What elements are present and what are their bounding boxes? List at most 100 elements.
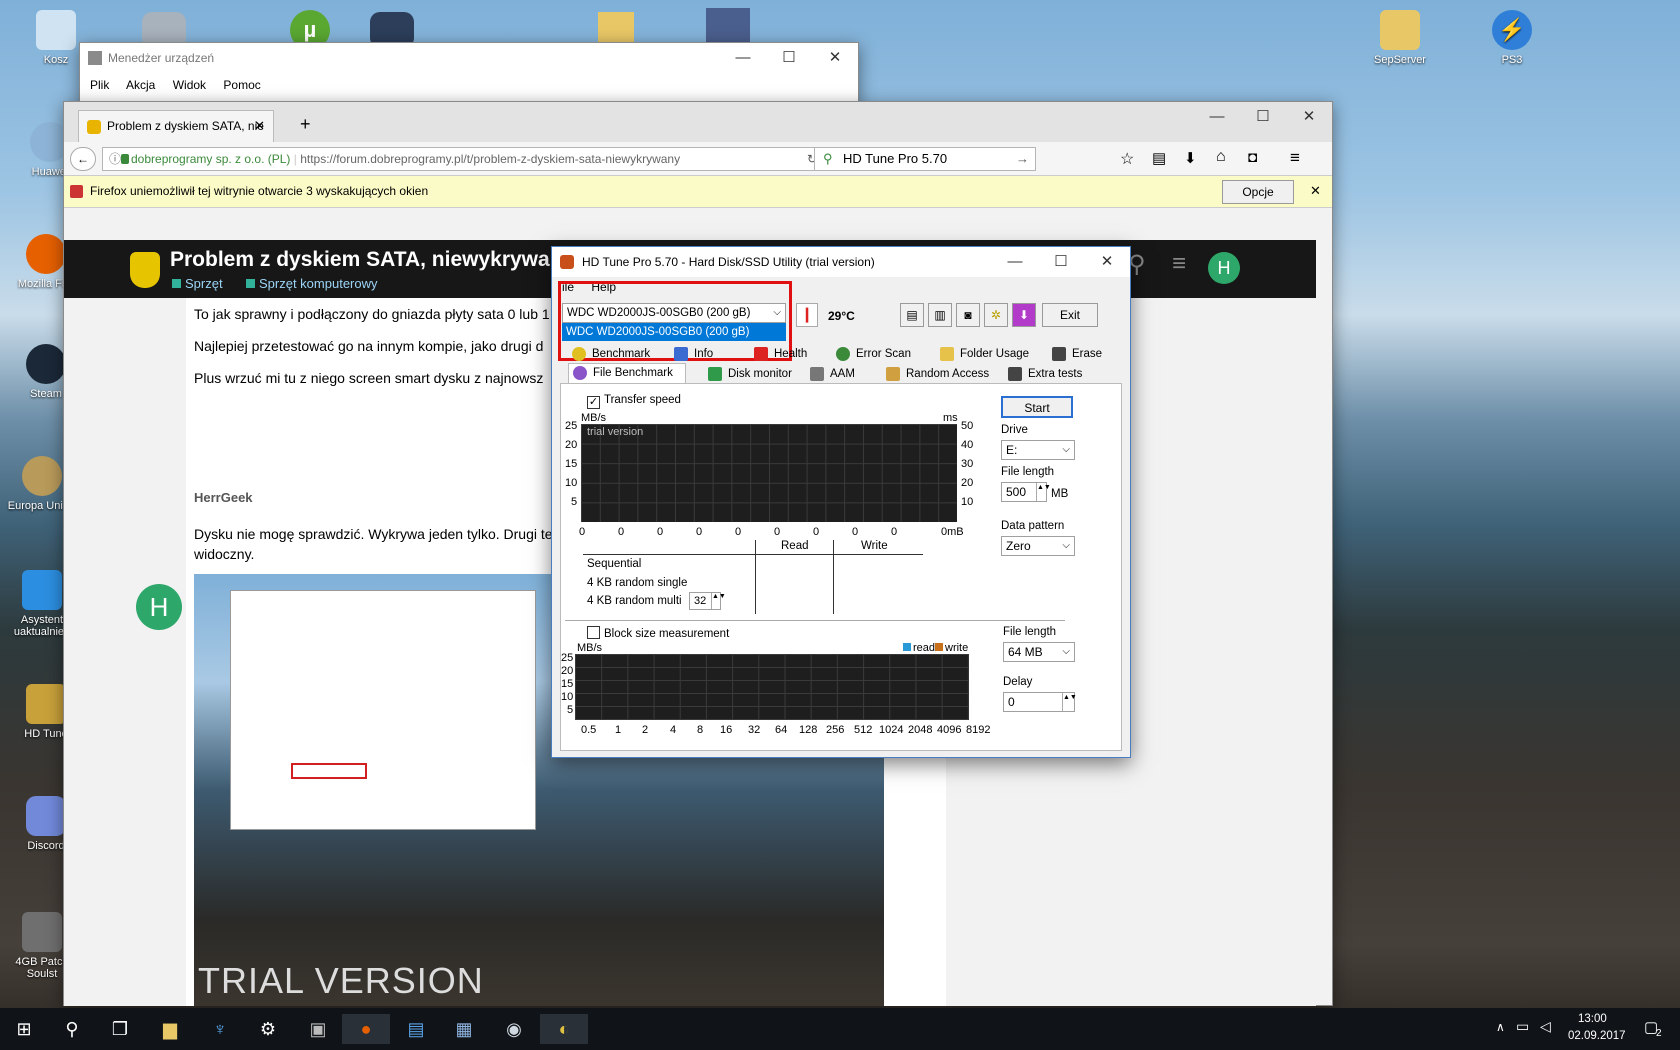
app-ps-icon[interactable]: ♆ [196, 1014, 244, 1044]
reading-list-icon[interactable]: ▤ [1152, 149, 1166, 167]
screenshot-button[interactable]: ◙ [956, 303, 980, 327]
desktop-icon-sepserver[interactable]: SepServer [1362, 10, 1438, 66]
volume-icon[interactable]: ◁ [1540, 1018, 1551, 1035]
info-icon: ⓘ [109, 152, 122, 166]
drive-combobox[interactable]: E: ⌵ [1001, 440, 1075, 460]
tab-disk-monitor[interactable]: Disk monitor [704, 365, 792, 383]
tab-benchmark[interactable]: Benchmark [568, 345, 650, 363]
notification-count: 2 [1656, 1028, 1662, 1039]
start-button[interactable]: ⊞ [0, 1014, 48, 1044]
checkbox-unchecked-icon [587, 626, 600, 639]
start-button[interactable]: Start [1001, 396, 1073, 418]
graph2-x-ticks: 0.5 1 2 4 8 16 32 64 128 256 512 1024 20… [581, 724, 991, 736]
minimize-button[interactable]: — [720, 43, 766, 73]
notification-close-icon[interactable]: ✕ [1310, 176, 1321, 206]
save-button[interactable]: ⬇ [1012, 303, 1036, 327]
category-badge-sprzet[interactable]: Sprzęt [172, 276, 223, 291]
browser-tab[interactable]: Problem z dyskiem SATA, nie ✕ [78, 110, 274, 142]
file-explorer-icon[interactable]: ▆ [146, 1014, 194, 1044]
app-window-icon[interactable]: ▤ [392, 1014, 440, 1044]
menu-widok[interactable]: Widok [173, 78, 206, 92]
tray-chevron-icon[interactable]: ∧ [1496, 1020, 1505, 1034]
delay-stepper[interactable]: 0 ▲▼ [1003, 692, 1077, 712]
hdtune-taskbar-icon[interactable]: ◐ [540, 1014, 588, 1044]
tab-random-access[interactable]: Random Access [882, 365, 989, 383]
hamburger-menu-icon[interactable]: ≡ [1290, 148, 1300, 168]
bookmark-star-icon[interactable]: ☆ [1120, 149, 1134, 169]
device-manager-window[interactable]: Menedżer urządzeń — ☐ ✕ Plik Akcja Widok… [79, 42, 859, 104]
task-view-icon[interactable]: ❐ [96, 1014, 144, 1044]
search-icon[interactable]: ⚲ [48, 1014, 96, 1044]
copy-text-button[interactable]: ▤ [900, 303, 924, 327]
tab-file-benchmark[interactable]: File Benchmark [568, 363, 686, 384]
pocket-icon[interactable]: ◘ [1248, 149, 1257, 166]
firefox-icon[interactable]: ● [342, 1014, 390, 1044]
search-go-icon[interactable]: → [1016, 148, 1029, 170]
maximize-button[interactable]: ☐ [1240, 102, 1286, 132]
legend-write: write [935, 642, 968, 654]
close-button[interactable]: ✕ [1286, 102, 1332, 132]
device-manager-titlebar: Menedżer urządzeń — ☐ ✕ [80, 43, 858, 73]
tab-aam[interactable]: AAM [806, 365, 855, 383]
download-icon[interactable]: ⬇ [1184, 149, 1197, 167]
file-length2-combobox[interactable]: 64 MB ⌵ [1003, 642, 1075, 662]
options-button[interactable]: Opcje [1222, 180, 1294, 204]
stepper-icon: ▲▼ [1062, 693, 1077, 711]
desktop-icon-ps3[interactable]: ⚡ PS3 [1474, 10, 1550, 66]
copy-info-button[interactable]: ▥ [928, 303, 952, 327]
patch-icon [22, 912, 62, 952]
app-network-icon[interactable]: ▦ [440, 1014, 488, 1044]
header-avatar[interactable]: H [1208, 252, 1240, 284]
file-length-stepper[interactable]: 500 ▲▼ [1001, 482, 1051, 502]
maximize-button[interactable]: ☐ [1038, 247, 1084, 277]
back-button[interactable]: ← [70, 147, 96, 171]
trash-icon [1052, 347, 1066, 361]
hdtune-app-icon [560, 255, 574, 269]
col-read: Read [781, 540, 809, 552]
menu-akcja[interactable]: Akcja [126, 78, 155, 92]
steam-icon[interactable]: ◉ [490, 1014, 538, 1044]
tab-folder-usage[interactable]: Folder Usage [936, 345, 1029, 363]
tab-extra-tests[interactable]: Extra tests [1004, 365, 1082, 383]
row-4kb-single: 4 KB random single [587, 577, 688, 589]
block-size-checkbox[interactable]: Block size measurement [587, 626, 729, 640]
tab-info[interactable]: Info [670, 345, 713, 363]
options-button[interactable]: ✲ [984, 303, 1008, 327]
new-tab-button[interactable]: + [300, 114, 311, 135]
minimize-button[interactable]: — [1194, 102, 1240, 132]
menu-pomoc[interactable]: Pomoc [223, 78, 260, 92]
firefox-icon [26, 234, 66, 274]
search-bar[interactable]: ⚲ HD Tune Pro 5.70 → [814, 147, 1036, 171]
graph1-left-unit: MB/s [581, 412, 607, 424]
clock-time[interactable]: 13:00 [1578, 1013, 1607, 1025]
category-badge-komputerowy[interactable]: Sprzęt komputerowy [246, 276, 378, 291]
tab-close-icon[interactable]: ✕ [254, 111, 265, 141]
legend-read-swatch [903, 643, 911, 651]
windows-icon [22, 570, 62, 610]
post-username[interactable]: HerrGeek [194, 490, 253, 505]
queue-depth-stepper[interactable]: 32 ▲▼ [689, 592, 726, 610]
maximize-button[interactable]: ☐ [766, 43, 812, 73]
hdtune-window[interactable]: HD Tune Pro 5.70 - Hard Disk/SSD Utility… [551, 246, 1131, 758]
home-icon[interactable]: ⌂ [1216, 148, 1226, 166]
tab-error-scan[interactable]: Error Scan [832, 345, 911, 363]
network-icon[interactable]: ▭ [1516, 1018, 1529, 1035]
exit-button[interactable]: Exit [1042, 303, 1098, 327]
data-pattern-combobox[interactable]: Zero ⌵ [1001, 536, 1075, 556]
settings-icon[interactable]: ⚙ [244, 1014, 292, 1044]
minimize-button[interactable]: — [992, 247, 1038, 277]
site-logo[interactable] [130, 252, 160, 288]
magnifier-icon [836, 347, 850, 361]
clock-date[interactable]: 02.09.2017 [1568, 1030, 1626, 1042]
menu-plik[interactable]: Plik [90, 78, 109, 92]
close-button[interactable]: ✕ [1084, 247, 1130, 277]
hdtune-icon [26, 684, 66, 724]
close-button[interactable]: ✕ [812, 43, 858, 73]
user-avatar[interactable]: H [136, 584, 182, 630]
header-menu-icon[interactable]: ≡ [1172, 250, 1186, 278]
tab-erase[interactable]: Erase [1048, 345, 1102, 363]
url-bar[interactable]: ⓘ dobreprogramy sp. z o.o. (PL) | https:… [102, 147, 824, 171]
device-manager-icon[interactable]: ▣ [294, 1014, 342, 1044]
transfer-speed-checkbox[interactable]: ✓ Transfer speed [587, 394, 681, 409]
tab-health[interactable]: Health [750, 345, 807, 363]
